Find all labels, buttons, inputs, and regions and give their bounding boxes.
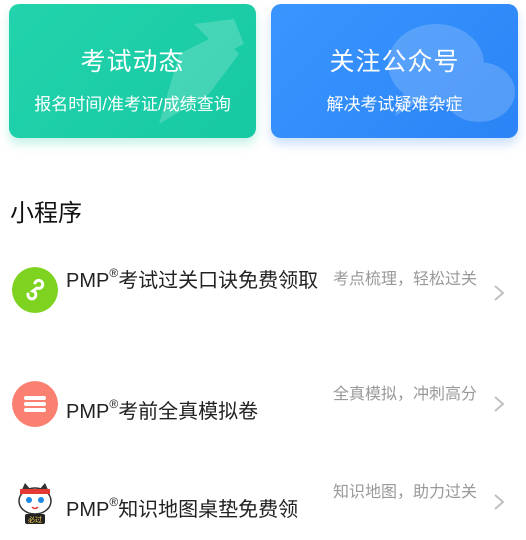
exam-news-title: 考试动态 [80, 48, 185, 76]
mini-programs-heading: 小程序 [10, 200, 82, 227]
follow-account-card[interactable]: 关注公众号 解决考试疑难杂症 [271, 4, 518, 138]
exam-news-card[interactable]: 考试动态 报名时间/准考证/成绩查询 [9, 4, 256, 138]
exam-news-subtitle: 报名时间/准考证/成绩查询 [34, 95, 231, 114]
chevron-right-icon [494, 494, 505, 510]
feature-cards: 考试动态 报名时间/准考证/成绩查询 关注公众号 解决考试疑难杂症 [0, 0, 526, 150]
mini-program-link-icon [12, 267, 58, 313]
follow-account-subtitle: 解决考试疑难杂症 [326, 95, 463, 114]
mini-program-item[interactable]: PMP®考前全真模拟卷 全真模拟，冲刺高分 [0, 372, 526, 436]
mini-program-title: PMP®知识地图桌垫免费领 [66, 495, 299, 521]
cat-mascot-badge: 必过 [28, 515, 42, 524]
cat-mascot-icon: 必过 [12, 480, 58, 526]
mini-program-desc: 全真模拟，冲刺高分 [333, 386, 478, 403]
mini-program-desc: 知识地图，助力过关 [333, 484, 478, 501]
chevron-right-icon [494, 396, 505, 412]
follow-account-title: 关注公众号 [329, 48, 460, 76]
mini-program-item[interactable]: 必过 PMP®知识地图桌垫免费领 知识地图，助力过关 [0, 470, 526, 540]
mini-program-desc: 考点梳理，轻松过关 [333, 271, 478, 288]
mini-program-item[interactable]: PMP®考试过关口诀免费领取 考点梳理，轻松过关 [0, 255, 526, 355]
mini-program-title: PMP®考前全真模拟卷 [66, 397, 259, 423]
mini-program-title: PMP®考试过关口诀免费领取 [66, 266, 319, 292]
exam-paper-icon [12, 381, 58, 427]
chevron-right-icon [494, 285, 505, 301]
